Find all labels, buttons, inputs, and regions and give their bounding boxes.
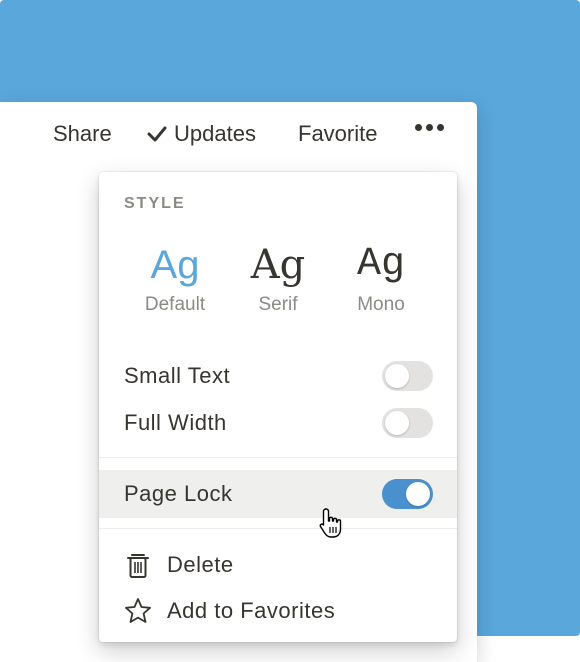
- page-topbar: Share Updates Favorite: [0, 102, 477, 166]
- divider: [99, 457, 457, 458]
- style-section-label: STYLE: [124, 195, 186, 212]
- page-lock-label: Page Lock: [124, 481, 233, 506]
- divider: [99, 528, 457, 529]
- toggle-knob: [406, 482, 430, 506]
- trash-icon: [127, 554, 149, 578]
- full-width-row[interactable]: Full Width: [99, 400, 457, 446]
- font-caption-default: Default: [144, 294, 206, 315]
- font-sample-serif: Ag: [250, 242, 306, 288]
- updates-button[interactable]: Updates: [146, 120, 256, 148]
- font-option-mono[interactable]: Ag Mono: [336, 240, 426, 316]
- font-option-serif[interactable]: Ag Serif: [233, 240, 323, 316]
- delete-label: Delete: [167, 552, 234, 577]
- page-lock-toggle[interactable]: [382, 479, 433, 509]
- checkmark-icon: [147, 126, 167, 142]
- toggle-knob: [385, 411, 409, 435]
- share-button[interactable]: Share: [53, 120, 112, 148]
- updates-label: Updates: [174, 121, 256, 146]
- delete-menu-item[interactable]: Delete: [99, 542, 457, 586]
- hand-pointer-cursor-icon: [319, 508, 342, 538]
- toggle-knob: [385, 364, 409, 388]
- page-options-menu: STYLE Ag Default Ag Serif Ag Mono Small …: [99, 172, 457, 642]
- more-options-button[interactable]: [415, 124, 444, 131]
- font-caption-serif: Serif: [258, 294, 298, 315]
- add-to-favorites-label: Add to Favorites: [167, 598, 336, 623]
- font-option-default[interactable]: Ag Default: [130, 240, 220, 316]
- more-dot-icon: [437, 124, 444, 131]
- full-width-label: Full Width: [124, 410, 227, 435]
- small-text-toggle[interactable]: [382, 361, 433, 391]
- font-sample-mono: Ag: [356, 242, 405, 287]
- small-text-row[interactable]: Small Text: [99, 353, 457, 399]
- full-width-toggle[interactable]: [382, 408, 433, 438]
- add-to-favorites-menu-item[interactable]: Add to Favorites: [99, 588, 457, 632]
- small-text-label: Small Text: [124, 363, 231, 388]
- font-caption-mono: Mono: [357, 294, 405, 315]
- favorite-button[interactable]: Favorite: [298, 120, 377, 148]
- more-dot-icon: [415, 124, 422, 131]
- more-dot-icon: [426, 124, 433, 131]
- font-sample-default: Ag: [150, 243, 200, 287]
- page-lock-row[interactable]: Page Lock: [99, 470, 457, 518]
- star-icon: [125, 598, 151, 623]
